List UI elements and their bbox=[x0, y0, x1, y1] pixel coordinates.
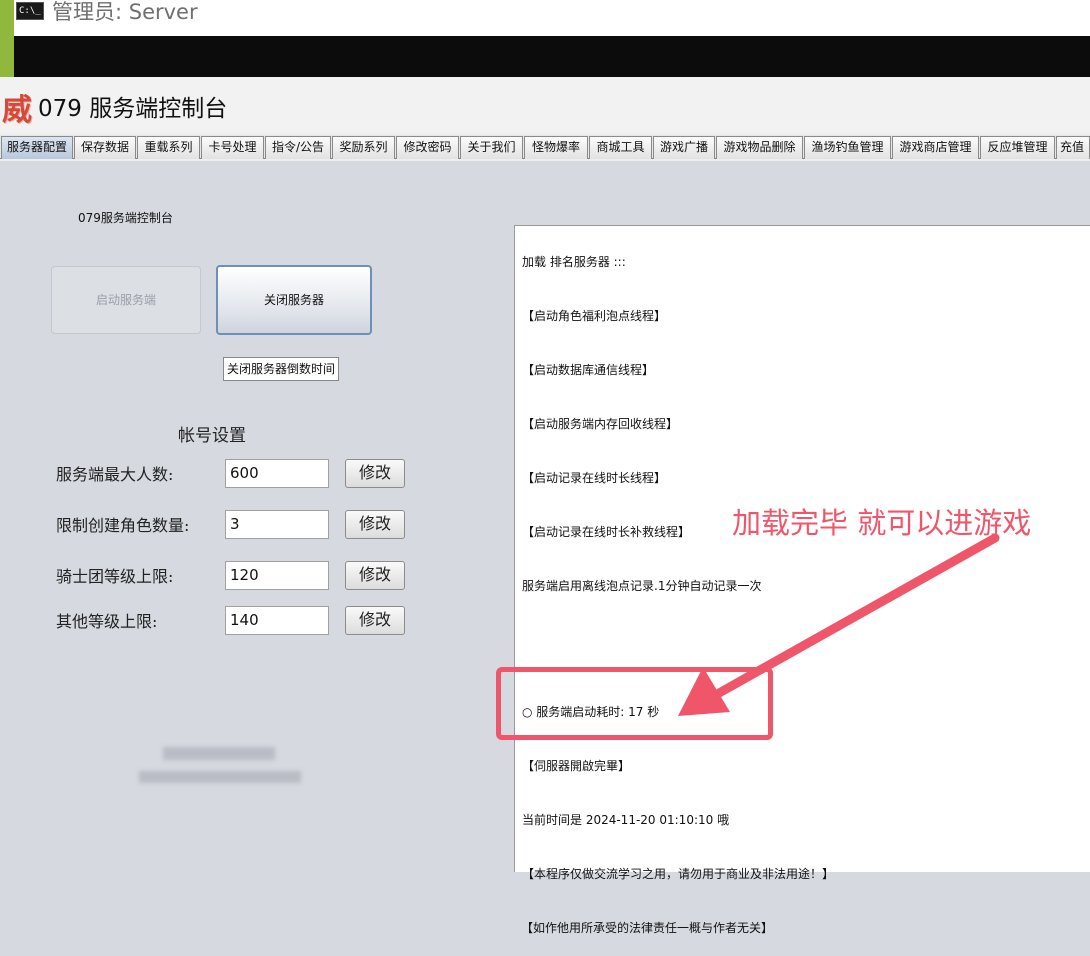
knight-level-modify-button[interactable]: 修改 bbox=[345, 561, 405, 590]
annotation-text: 加载完毕 就可以进游戏 bbox=[732, 506, 1032, 540]
console-window: C:\_ 管理员: Server bbox=[0, 0, 1090, 77]
app-titlebar: 威 079 服务端控制台 bbox=[0, 77, 1090, 133]
server-label: 079服务端控制台 bbox=[78, 211, 173, 225]
other-level-input[interactable]: 140 bbox=[225, 606, 329, 635]
tab-command-notice[interactable]: 指令/公告 bbox=[265, 136, 331, 159]
tab-mall-tools[interactable]: 商城工具 bbox=[589, 136, 652, 159]
start-server-button[interactable]: 启动服务端 bbox=[51, 266, 201, 334]
tab-monster-drop[interactable]: 怪物爆率 bbox=[524, 136, 588, 159]
tab-change-password[interactable]: 修改密码 bbox=[396, 136, 459, 159]
role-limit-input[interactable]: 3 bbox=[225, 510, 329, 539]
tab-reactor-manage[interactable]: 反应堆管理 bbox=[980, 136, 1055, 159]
log-line: 【启动记录在线时长补救线程】 bbox=[522, 525, 691, 539]
tab-card-processing[interactable]: 卡号处理 bbox=[201, 136, 264, 159]
tab-recharge[interactable]: 充值 bbox=[1056, 136, 1090, 159]
role-limit-modify-button[interactable]: 修改 bbox=[345, 510, 405, 539]
tab-reload-series[interactable]: 重载系列 bbox=[137, 136, 200, 159]
cmd-icon: C:\_ bbox=[16, 2, 44, 20]
tab-about-us[interactable]: 关于我们 bbox=[460, 136, 523, 159]
log-line: 【启动角色福利泡点线程】 bbox=[522, 309, 667, 323]
blurred-info-1 bbox=[163, 747, 275, 760]
tab-fishing-manage[interactable]: 渔场钓鱼管理 bbox=[804, 136, 891, 159]
log-line-current-time: 当前时间是 2024-11-20 01:10:10 哦 bbox=[522, 813, 730, 827]
max-players-input[interactable]: 600 bbox=[225, 459, 329, 488]
tab-save-data[interactable]: 保存数据 bbox=[74, 136, 136, 159]
tab-bar: 服务器配置 保存数据 重载系列 卡号处理 指令/公告 奖励系列 修改密码 关于我… bbox=[0, 135, 1090, 159]
log-line: 【伺服器開啟完畢】 bbox=[522, 759, 631, 773]
log-line: 【启动记录在线时长线程】 bbox=[522, 471, 667, 485]
console-body bbox=[14, 36, 1090, 77]
app-logo-icon: 威 bbox=[2, 93, 32, 128]
tab-reward-series[interactable]: 奖励系列 bbox=[332, 136, 395, 159]
blurred-info-2 bbox=[139, 771, 301, 783]
tab-item-delete[interactable]: 游戏物品删除 bbox=[716, 136, 803, 159]
log-line: 【启动数据库通信线程】 bbox=[522, 363, 655, 377]
log-line: 服务端启用离线泡点记录.1分钟自动记录一次 bbox=[522, 579, 762, 593]
console-left-edge bbox=[0, 0, 14, 77]
knight-level-input[interactable]: 120 bbox=[225, 561, 329, 590]
log-line: 加载 排名服务器 ::: bbox=[522, 255, 626, 269]
tab-game-broadcast[interactable]: 游戏广播 bbox=[653, 136, 715, 159]
stop-server-button[interactable]: 关闭服务器 bbox=[216, 265, 372, 335]
log-line: 【如作他用所承受的法律责任一概与作者无关】 bbox=[521, 921, 774, 935]
role-limit-label: 限制创建角色数量: bbox=[56, 516, 190, 535]
app-title: 079 服务端控制台 bbox=[38, 96, 228, 122]
server-log-panel[interactable]: 加载 排名服务器 ::: 【启动角色福利泡点线程】 【启动数据库通信线程】 【启… bbox=[514, 225, 1090, 881]
account-settings-heading: 帐号设置 bbox=[178, 426, 246, 446]
other-level-modify-button[interactable]: 修改 bbox=[345, 606, 405, 635]
log-line: 【启动服务端内存回收线程】 bbox=[522, 417, 679, 431]
max-players-label: 服务端最大人数: bbox=[56, 465, 174, 484]
annotation-highlight-box bbox=[496, 667, 773, 740]
tab-shop-manage[interactable]: 游戏商店管理 bbox=[892, 136, 979, 159]
log-line: 【本程序仅做交流学习之用，请勿用于商业及非法用途！】 bbox=[522, 867, 835, 881]
shutdown-countdown-input[interactable]: 关闭服务器倒数时间 bbox=[223, 357, 339, 381]
tab-server-config[interactable]: 服务器配置 bbox=[1, 136, 73, 159]
max-players-modify-button[interactable]: 修改 bbox=[345, 459, 405, 488]
other-level-label: 其他等级上限: bbox=[56, 612, 158, 631]
knight-level-label: 骑士团等级上限: bbox=[56, 567, 174, 586]
console-title: 管理员: Server bbox=[52, 0, 198, 24]
